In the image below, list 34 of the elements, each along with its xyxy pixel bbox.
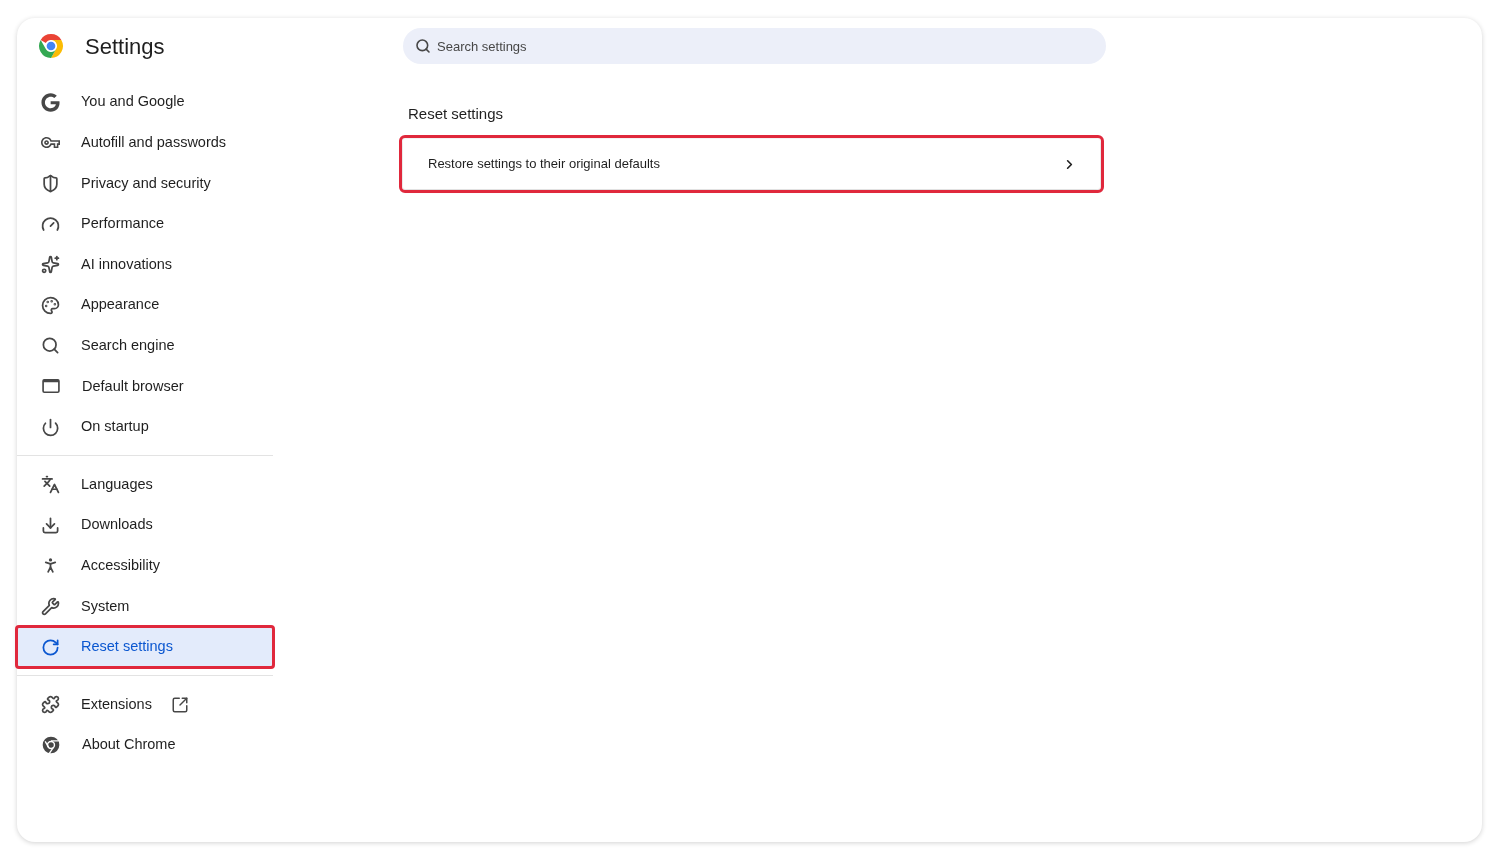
sidebar-item[interactable]: Default browser [17, 366, 273, 407]
sidebar-item[interactable]: System [17, 586, 273, 627]
reset-icon [41, 637, 60, 657]
power-icon [41, 417, 60, 437]
sidebar-item[interactable]: Appearance [17, 284, 273, 326]
sidebar-item[interactable]: Performance [17, 203, 273, 245]
sidebar-item[interactable]: Privacy and security [17, 163, 273, 204]
sidebar-item[interactable]: You and Google [17, 82, 273, 123]
search-icon [41, 336, 60, 356]
window-title: Settings [85, 32, 165, 61]
sidebar-item[interactable]: About Chrome [17, 724, 273, 766]
sidebar-item[interactable]: Search engine [17, 325, 273, 367]
gauge-icon [41, 214, 60, 234]
sidebar-item[interactable]: Languages [17, 464, 273, 505]
shield-icon [41, 174, 60, 193]
sidebar-item[interactable]: On startup [17, 406, 273, 448]
sidebar-item[interactable]: Reset settings [17, 626, 273, 668]
sidebar-item[interactable]: Accessibility [17, 545, 273, 587]
wrench-icon [41, 596, 60, 616]
sidebar-item[interactable]: Downloads [17, 504, 273, 546]
search-field[interactable]: Search settings [403, 28, 1106, 64]
download-icon [41, 515, 60, 535]
g-logo-icon [41, 92, 60, 112]
sidebar-item[interactable]: AI innovations [17, 244, 273, 285]
puzzle-icon [41, 695, 60, 715]
browser-logo-icon [38, 33, 64, 59]
sparkle-icon [41, 255, 60, 275]
section-title: Reset settings [408, 104, 504, 124]
palette-icon [41, 295, 60, 315]
browser-logo-icon [41, 735, 61, 756]
sidebar-item[interactable]: Extensions [17, 684, 273, 725]
translate-icon [41, 475, 60, 495]
sidebar-item[interactable]: Autofill and passwords [17, 122, 273, 164]
search-icon [415, 38, 431, 54]
